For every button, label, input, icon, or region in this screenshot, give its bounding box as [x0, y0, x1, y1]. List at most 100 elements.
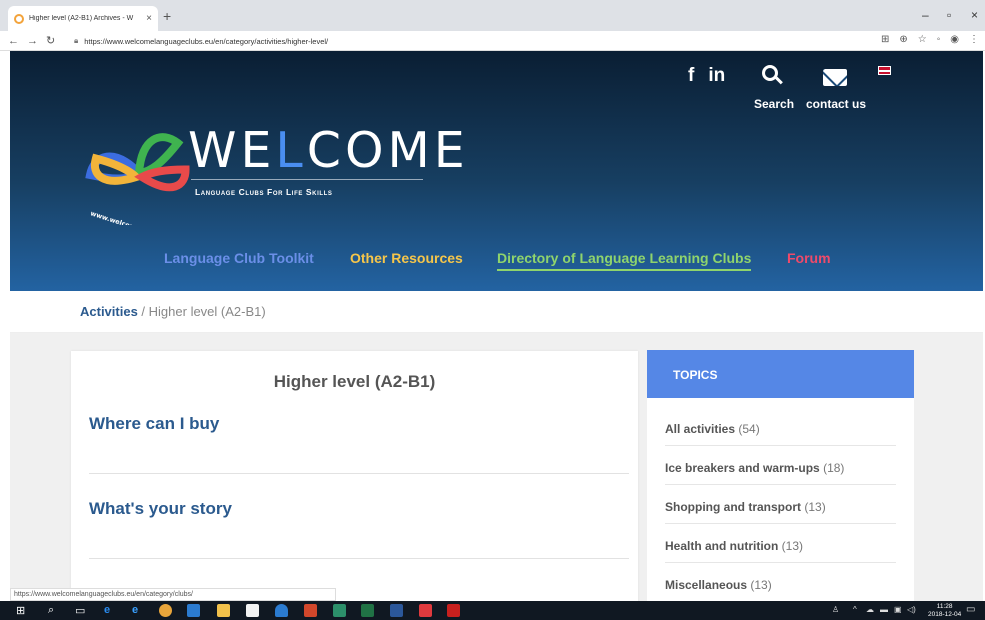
nav-language-club-toolkit[interactable]: Language Club Toolkit: [164, 250, 314, 266]
maximize-button[interactable]: ▫: [947, 8, 951, 22]
topics-heading: TOPICS: [647, 350, 914, 398]
chrome-icon[interactable]: [159, 604, 172, 617]
acrobat-icon[interactable]: [447, 604, 460, 617]
browser-tabstrip: Higher level (A2-B1) Archives - W × + – …: [0, 0, 985, 31]
topic-label: Health and nutrition: [665, 539, 779, 553]
topic-count: (13): [781, 539, 804, 553]
task-view-icon[interactable]: ▭: [75, 604, 85, 617]
reload-icon[interactable]: ↻: [46, 34, 55, 47]
clock-date: 2018-12-04: [928, 611, 962, 618]
battery-icon[interactable]: ▬: [880, 605, 888, 614]
search-link[interactable]: Search: [754, 97, 794, 111]
close-window-button[interactable]: ×: [971, 8, 978, 22]
tab-close-icon[interactable]: ×: [146, 13, 152, 24]
tab-title: Higher level (A2-B1) Archives - W: [29, 15, 134, 22]
logo-word-start: WE: [188, 122, 276, 179]
topic-shopping-transport[interactable]: Shopping and transport (13): [665, 500, 896, 514]
topic-count: (13): [750, 578, 772, 592]
profile-icon[interactable]: ◉: [950, 34, 959, 45]
outlook-icon[interactable]: [187, 604, 200, 617]
topic-label: Shopping and transport: [665, 500, 801, 514]
logo-tagline: Language Clubs For Life Skills: [195, 187, 333, 197]
topic-ice-breakers[interactable]: Ice breakers and warm-ups (18): [665, 461, 896, 475]
windows-start-icon[interactable]: ⊞: [16, 604, 25, 617]
post-divider: [89, 558, 629, 559]
topics-sidebar: TOPICS All activities (54) Ice breakers …: [647, 350, 914, 610]
topic-divider: [665, 523, 896, 524]
content-area: Higher level (A2-B1) Where can I buy Wha…: [10, 333, 983, 611]
project-icon[interactable]: [333, 604, 346, 617]
minimize-button[interactable]: –: [922, 8, 929, 22]
volume-icon[interactable]: ◁): [907, 605, 916, 614]
site-header: f in Search contact us www.welcomelangua…: [10, 51, 983, 291]
post-link-where-can-i-buy[interactable]: Where can I buy: [89, 414, 629, 434]
forward-icon[interactable]: →: [27, 35, 38, 47]
nav-directory[interactable]: Directory of Language Learning Clubs: [497, 250, 752, 271]
ie-icon[interactable]: e: [132, 604, 138, 616]
topic-divider: [665, 445, 896, 446]
onedrive-tray-icon[interactable]: ☁: [866, 605, 874, 614]
contact-link[interactable]: contact us: [806, 97, 866, 111]
logo-word-end: COME: [306, 122, 469, 179]
post-divider: [89, 473, 629, 474]
address-bar[interactable]: 🔒︎ https://www.welcomelanguageclubs.eu/e…: [74, 33, 904, 49]
topic-divider: [665, 484, 896, 485]
tagline-rule: [191, 179, 423, 180]
word-icon[interactable]: [390, 604, 403, 617]
lock-icon: 🔒︎: [74, 36, 79, 45]
tray-chevron-icon[interactable]: ^: [853, 605, 857, 614]
clock-time: 11:28: [936, 603, 953, 610]
store-icon[interactable]: [246, 604, 259, 617]
menu-kebab-icon[interactable]: ⋮: [969, 34, 979, 45]
new-tab-button[interactable]: +: [163, 8, 171, 24]
nav-forum[interactable]: Forum: [787, 250, 831, 266]
translate-icon[interactable]: ⊞: [881, 34, 889, 45]
logo-ring-text: www.welcomelanguageclubs.eu: [89, 209, 194, 225]
page-title: Higher level (A2-B1): [273, 372, 436, 391]
taskbar-search-icon[interactable]: ⌕: [48, 604, 54, 617]
powerpoint-icon[interactable]: [304, 604, 317, 617]
browser-toolbar: ← → ↻ 🔒︎ https://www.welcomelanguageclub…: [0, 31, 985, 51]
welcome-logo[interactable]: www.welcomelanguageclubs.eu: [84, 125, 194, 225]
topic-all-activities[interactable]: All activities (54): [665, 422, 896, 436]
taskbar: ⊞ ⌕ ▭ e e ♙ ^ ☁ ▬ ▣ ◁) 11:28 2018-12-04 …: [0, 601, 985, 620]
nav-other-resources[interactable]: Other Resources: [350, 250, 463, 266]
toolbar-icons: ⊞ ⊕ ☆ ◦ ◉ ⋮: [881, 34, 979, 45]
topic-label: All activities: [665, 422, 736, 436]
topic-label: Miscellaneous: [665, 578, 748, 592]
taskbar-clock[interactable]: 11:28 2018-12-04: [928, 603, 961, 619]
favicon-icon: [14, 13, 24, 24]
topic-label: Ice breakers and warm-ups: [665, 461, 820, 475]
edge-icon[interactable]: e: [104, 604, 110, 616]
breadcrumb-separator: /: [137, 304, 149, 319]
network-icon[interactable]: ▣: [894, 605, 902, 614]
post-link-whats-your-story[interactable]: What's your story: [89, 499, 629, 519]
logo-wordmark[interactable]: WELCOME: [188, 122, 469, 179]
zoom-icon[interactable]: ⊕: [899, 34, 907, 45]
topic-health-nutrition[interactable]: Health and nutrition (13): [665, 539, 896, 553]
breadcrumb: Activities / Higher level (A2-B1): [10, 291, 983, 333]
back-icon[interactable]: ←: [8, 35, 19, 47]
topic-count: (13): [804, 500, 826, 514]
topic-count: (54): [738, 422, 760, 436]
search-icon[interactable]: [762, 65, 783, 85]
archive-card: Higher level (A2-B1) Where can I buy Wha…: [71, 351, 638, 611]
linkedin-icon[interactable]: in: [708, 65, 725, 87]
breadcrumb-current: Higher level (A2-B1): [148, 304, 266, 319]
excel-icon[interactable]: [361, 604, 374, 617]
topic-miscellaneous[interactable]: Miscellaneous (13): [665, 578, 896, 592]
people-icon[interactable]: ♙: [832, 605, 839, 614]
mail-icon[interactable]: [823, 69, 847, 86]
action-center-icon[interactable]: ▭: [966, 604, 975, 615]
logo-word-l: L: [275, 122, 307, 179]
facebook-icon[interactable]: f: [688, 65, 694, 87]
extension-icon[interactable]: ◦: [937, 34, 941, 45]
file-explorer-icon[interactable]: [217, 604, 230, 617]
onedrive-icon[interactable]: [275, 604, 288, 617]
browser-tab[interactable]: Higher level (A2-B1) Archives - W ×: [8, 6, 158, 31]
breadcrumb-activities[interactable]: Activities: [80, 304, 138, 319]
address-url: https://www.welcomelanguageclubs.eu/en/c…: [84, 36, 329, 46]
bookmark-star-icon[interactable]: ☆: [918, 34, 927, 45]
pocket-icon[interactable]: [419, 604, 432, 617]
uk-flag-icon[interactable]: [878, 66, 891, 75]
